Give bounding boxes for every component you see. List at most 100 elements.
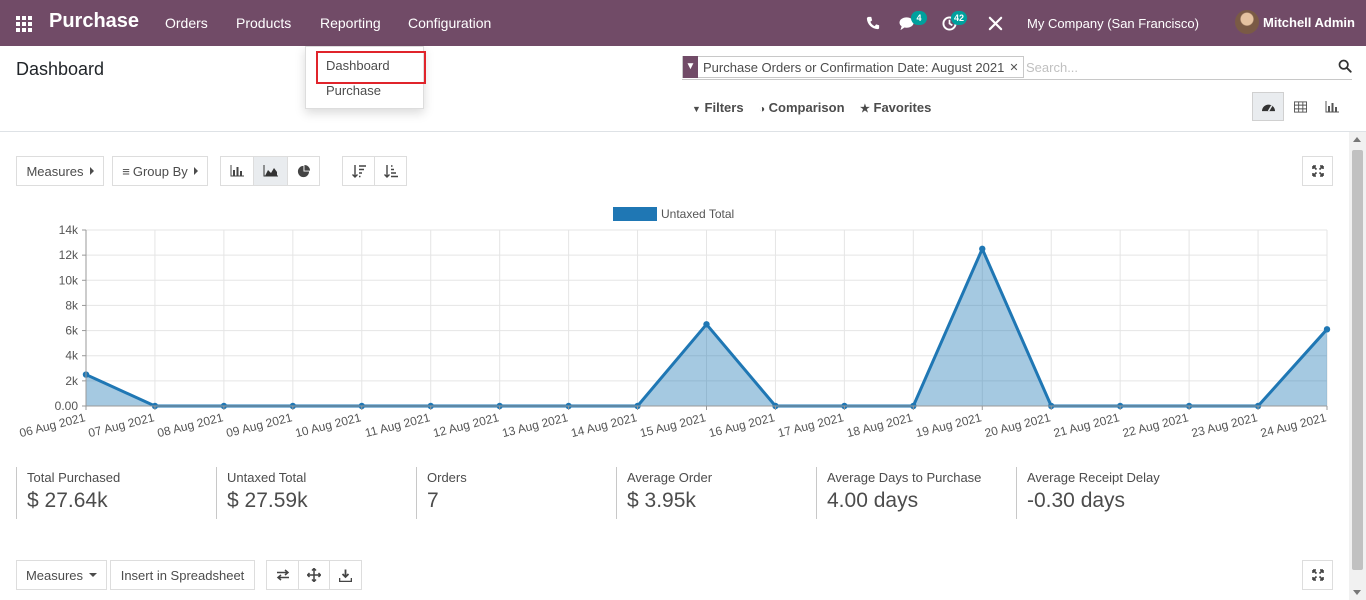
scroll-down-arrow-icon[interactable] — [1353, 590, 1361, 595]
arrows-move-icon — [307, 568, 321, 582]
top-navbar: Purchase Orders Products Reporting Confi… — [0, 0, 1366, 46]
y-tick-label: 12k — [59, 248, 79, 262]
pivot-measures-button[interactable]: Measures — [16, 560, 107, 590]
exchange-icon — [276, 569, 289, 581]
expand-icon — [1311, 165, 1324, 177]
filter-funnel-icon: ▼ — [683, 56, 698, 78]
kpi-untaxed-total[interactable]: Untaxed Total $ 27.59k — [216, 467, 416, 519]
data-point — [979, 245, 986, 253]
control-panel-divider — [0, 131, 1366, 132]
x-tick-label: 06 Aug 2021 — [18, 410, 87, 440]
list-icon: ≡ — [122, 163, 130, 179]
flip-axis-button[interactable] — [266, 560, 299, 590]
area-chart: 0.00 2k 4k 6k 8k 10k 12k 14k 06 Aug 2021 07 Aug 2… — [18, 207, 1331, 440]
kpi-average-order[interactable]: Average Order $ 3.95k — [616, 467, 816, 519]
pivot-view-button[interactable] — [1284, 92, 1316, 121]
caret-right-icon — [89, 167, 94, 175]
menu-orders[interactable]: Orders — [165, 15, 208, 31]
menu-products[interactable]: Products — [236, 15, 291, 31]
x-tick-label: 11 Aug 2021 — [364, 410, 432, 440]
x-tick-label: 19 Aug 2021 — [914, 410, 983, 440]
comparison-icon: ◑ — [759, 104, 766, 115]
bar-chart-button[interactable] — [220, 156, 254, 186]
tools-icon[interactable] — [988, 16, 1003, 31]
dropdown-item-purchase[interactable]: Purchase — [326, 83, 381, 98]
messages-badge: 4 — [911, 11, 927, 25]
app-brand[interactable]: Purchase — [49, 10, 139, 33]
chart-legend[interactable]: Untaxed Total — [613, 207, 734, 221]
comparison-button[interactable]: ◑ Comparison — [759, 100, 845, 115]
user-menu[interactable]: Mitchell Admin — [1263, 15, 1355, 30]
activities-badge: 42 — [951, 11, 968, 25]
page-scrollbar[interactable] — [1349, 132, 1366, 600]
kpi-total-purchased[interactable]: Total Purchased $ 27.64k — [16, 467, 216, 519]
x-tick-label: 10 Aug 2021 — [294, 410, 363, 440]
table-grid-icon — [1293, 100, 1307, 113]
x-tick-label: 21 Aug 2021 — [1052, 410, 1121, 440]
group-by-button[interactable]: ≡ Group By — [112, 156, 208, 186]
graph-view-button[interactable] — [1316, 92, 1348, 121]
expand-all-button[interactable] — [298, 560, 330, 590]
data-point — [703, 321, 710, 328]
download-icon — [339, 569, 352, 582]
kpi-orders[interactable]: Orders 7 — [416, 467, 616, 519]
download-button[interactable] — [329, 560, 362, 590]
remove-facet-icon[interactable]: ✕ — [1009, 61, 1022, 74]
x-tick-label: 12 Aug 2021 — [432, 410, 501, 440]
y-tick-label: 0.00 — [55, 399, 79, 413]
x-tick-label: 16 Aug 2021 — [707, 410, 776, 440]
measures-button[interactable]: Measures — [16, 156, 104, 186]
search-facet[interactable]: ▼ Purchase Orders or Confirmation Date: … — [682, 56, 1024, 78]
scroll-up-arrow-icon[interactable] — [1353, 137, 1361, 142]
x-tick-label: 23 Aug 2021 — [1190, 410, 1259, 440]
pie-chart-button[interactable] — [287, 156, 320, 186]
area-chart-button[interactable] — [253, 156, 288, 186]
dashboard-view-button[interactable] — [1252, 92, 1284, 121]
search-icon[interactable] — [1338, 59, 1352, 73]
x-tick-label: 14 Aug 2021 — [569, 410, 638, 440]
bar-chart-icon — [230, 165, 244, 177]
menu-configuration[interactable]: Configuration — [408, 15, 491, 31]
legend-label: Untaxed Total — [661, 207, 734, 221]
scroll-thumb[interactable] — [1352, 150, 1363, 570]
search-facet-label: Purchase Orders or Confirmation Date: Au… — [703, 59, 1005, 75]
x-tick-label: 07 Aug 2021 — [87, 410, 156, 440]
company-switcher[interactable]: My Company (San Francisco) — [1027, 16, 1199, 31]
filter-icon: ▼ — [692, 104, 701, 114]
sort-descending-icon — [351, 164, 366, 178]
y-tick-label: 10k — [59, 273, 79, 287]
dashboard-highlight-box — [316, 51, 426, 84]
y-tick-label: 2k — [65, 374, 79, 388]
sort-ascending-icon — [383, 164, 398, 178]
insert-in-spreadsheet-button[interactable]: Insert in Spreadsheet — [110, 560, 255, 590]
y-tick-label: 6k — [65, 324, 79, 338]
sort-ascending-button[interactable] — [374, 156, 407, 186]
search-input[interactable]: Search... — [1026, 60, 1078, 75]
favorites-button[interactable]: ★ Favorites — [860, 100, 931, 115]
apps-menu-icon[interactable] — [16, 16, 32, 32]
expand-pivot-button[interactable] — [1302, 560, 1333, 590]
kpi-average-receipt-delay[interactable]: Average Receipt Delay -0.30 days — [1016, 467, 1216, 519]
filters-button[interactable]: ▼ Filters — [692, 100, 744, 115]
data-point — [1323, 326, 1331, 333]
area-chart-icon — [263, 165, 278, 177]
dashboard-gauge-icon — [1261, 104, 1275, 112]
sort-descending-button[interactable] — [342, 156, 375, 186]
x-tick-label: 18 Aug 2021 — [845, 410, 914, 440]
user-avatar[interactable] — [1235, 10, 1259, 34]
y-tick-label: 14k — [59, 223, 79, 237]
page-title: Dashboard — [16, 59, 105, 79]
x-tick-label: 15 Aug 2021 — [638, 410, 707, 440]
legend-swatch — [613, 207, 657, 221]
kpi-average-days-to-purchase[interactable]: Average Days to Purchase 4.00 days — [816, 467, 1016, 519]
y-tick-label: 4k — [65, 349, 79, 363]
y-tick-label: 8k — [65, 298, 79, 312]
expand-icon — [1311, 569, 1324, 581]
x-tick-label: 09 Aug 2021 — [225, 410, 294, 440]
reporting-dropdown: Dashboard Purchase — [305, 46, 426, 109]
x-tick-label: 08 Aug 2021 — [156, 410, 225, 440]
menu-reporting[interactable]: Reporting — [320, 15, 381, 31]
expand-graph-button[interactable] — [1302, 156, 1333, 186]
phone-icon[interactable] — [866, 16, 880, 30]
search-bar[interactable]: ▼ Purchase Orders or Confirmation Date: … — [682, 56, 1352, 80]
